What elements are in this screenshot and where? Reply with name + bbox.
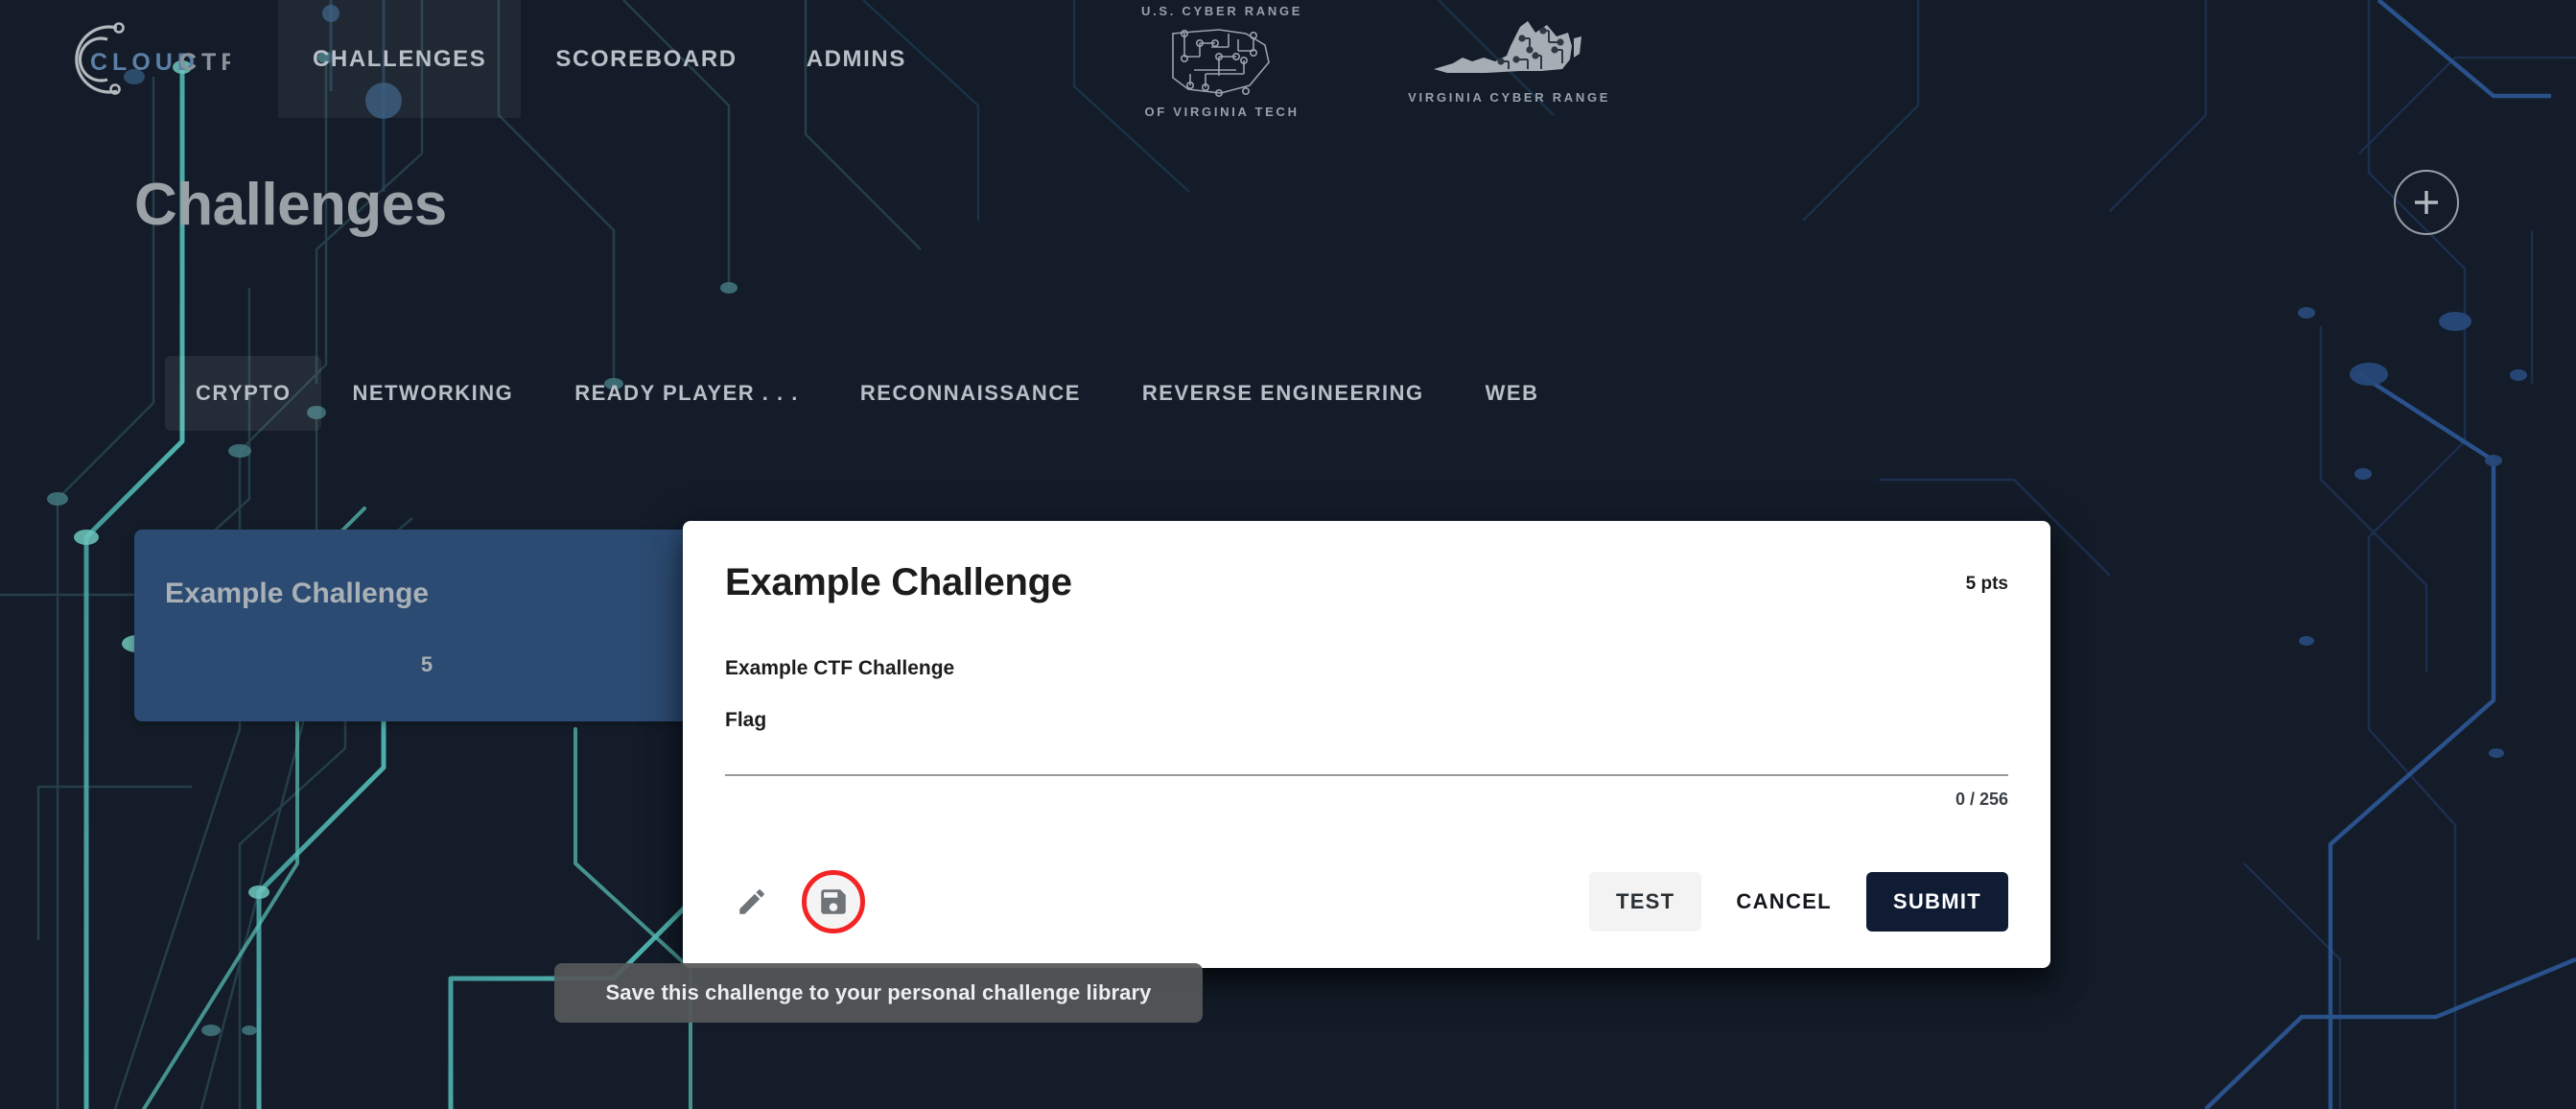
virginia-map-circuit-icon: [1433, 21, 1581, 73]
challenge-card-title: Example Challenge: [165, 578, 430, 609]
floppy-disk-save-icon: [821, 889, 846, 914]
challenge-card[interactable]: Example Challenge 5: [134, 530, 719, 721]
tooltip-text: Save this challenge to your personal cha…: [605, 980, 1152, 1004]
flag-char-counter: 0 / 256: [1955, 790, 2008, 809]
category-tab-ready-player[interactable]: READY PLAYER . . .: [544, 356, 830, 431]
category-tab-bar: CRYPTO NETWORKING READY PLAYER . . . REC…: [165, 356, 1570, 431]
category-tab-label: READY PLAYER . . .: [574, 381, 799, 405]
flag-input[interactable]: [725, 761, 2008, 776]
challenge-card-points: 5: [420, 652, 433, 676]
category-tab-label: REVERSE ENGINEERING: [1141, 381, 1424, 405]
nav-item-list: CHALLENGES SCOREBOARD ADMINS: [278, 0, 941, 118]
modal-header: Example Challenge 5 pts: [683, 521, 2050, 626]
edit-challenge-button[interactable]: [725, 875, 779, 929]
page-title: Challenges: [134, 172, 447, 238]
us-cyber-range-logo: U.S. CYBER RANGE OF VIRGINIA TECH: [1141, 4, 1302, 119]
brand-logo[interactable]: CLOUD CTF: [0, 0, 278, 118]
us-cyber-range-top-caption: U.S. CYBER RANGE: [1141, 4, 1303, 18]
modal-footer-actions-left: [725, 870, 865, 933]
nav-item-admins[interactable]: ADMINS: [772, 0, 941, 118]
nav-item-label: ADMINS: [806, 45, 906, 72]
save-button-tooltip: Save this challenge to your personal cha…: [554, 963, 1203, 1023]
category-tab-web[interactable]: WEB: [1455, 356, 1570, 431]
pencil-icon: [739, 889, 764, 914]
category-tab-crypto[interactable]: CRYPTO: [165, 356, 322, 431]
category-tab-networking[interactable]: NETWORKING: [321, 356, 544, 431]
virginia-cyber-range-bottom-caption: VIRGINIA CYBER RANGE: [1408, 90, 1611, 105]
flag-field-label: Flag: [725, 709, 767, 731]
modal-footer: TEST CANCEL SUBMIT: [683, 853, 2050, 968]
category-tab-label: NETWORKING: [352, 381, 514, 405]
modal-description: Example CTF Challenge: [725, 657, 955, 679]
category-tab-label: CRYPTO: [196, 381, 292, 405]
cancel-button[interactable]: CANCEL: [1709, 872, 1858, 932]
flag-field-group: Flag 0 / 256: [725, 709, 2008, 810]
save-to-library-button[interactable]: [802, 870, 865, 933]
nav-item-label: CHALLENGES: [313, 45, 487, 72]
modal-points-badge: 5 pts: [1965, 574, 2008, 594]
submit-button[interactable]: SUBMIT: [1865, 872, 2008, 932]
category-tab-reverse-engineering[interactable]: REVERSE ENGINEERING: [1112, 356, 1455, 431]
virginia-cyber-range-logo: VIRGINIA CYBER RANGE: [1408, 4, 1610, 105]
us-cyber-range-bottom-caption: OF VIRGINIA TECH: [1144, 105, 1300, 119]
us-map-circuit-icon: [1172, 29, 1270, 98]
plus-icon: [2415, 191, 2438, 214]
modal-title: Example Challenge: [725, 560, 1072, 603]
test-button[interactable]: TEST: [1588, 872, 1702, 932]
add-challenge-button[interactable]: [2394, 170, 2459, 235]
svg-text:CTF: CTF: [179, 49, 230, 76]
partner-logos: U.S. CYBER RANGE OF VIRGINIA TECH VIRGIN…: [1141, 4, 1610, 119]
top-navigation-bar: CLOUD CTF CHALLENGES SCOREBOARD ADMINS U…: [0, 0, 2576, 119]
challenge-detail-modal: Example Challenge 5 pts Example CTF Chal…: [683, 521, 2050, 968]
category-tab-label: RECONNAISSANCE: [859, 381, 1081, 405]
modal-footer-actions-right: TEST CANCEL SUBMIT: [1588, 872, 2008, 932]
nav-item-label: SCOREBOARD: [555, 45, 738, 72]
category-tab-label: WEB: [1485, 381, 1539, 405]
nav-item-scoreboard[interactable]: SCOREBOARD: [521, 0, 771, 118]
cloud-ctf-logo-icon: CLOUD CTF: [75, 21, 230, 95]
category-tab-reconnaissance[interactable]: RECONNAISSANCE: [830, 356, 1112, 431]
nav-item-challenges[interactable]: CHALLENGES: [278, 0, 522, 118]
